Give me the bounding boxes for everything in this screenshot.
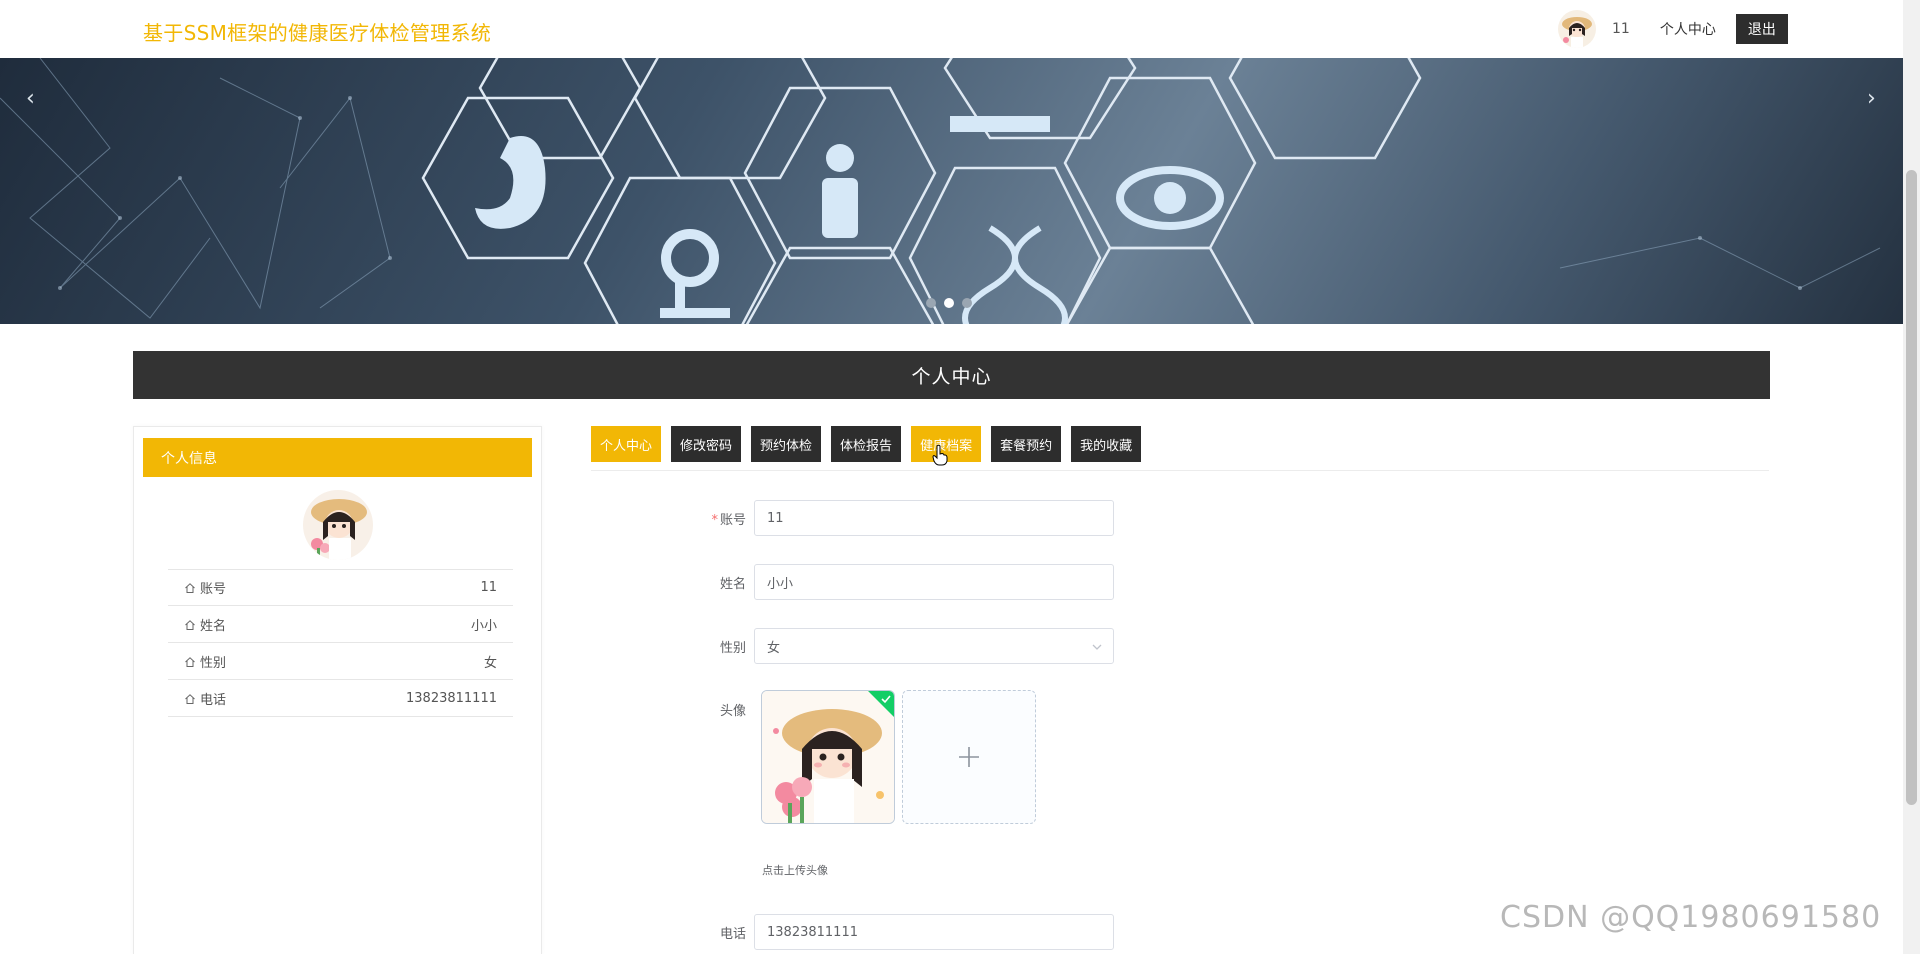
gender-select[interactable]: 女 xyxy=(754,628,1114,664)
scrollbar-thumb[interactable] xyxy=(1906,170,1917,805)
profile-info-row: 电话 13823811111 xyxy=(168,680,513,717)
plus-icon xyxy=(959,747,979,767)
banner-carousel: ‹ › xyxy=(0,58,1903,324)
account-label: * 账号 xyxy=(711,512,746,528)
carousel-prev-arrow[interactable]: ‹ xyxy=(26,86,35,111)
carousel-dot[interactable] xyxy=(962,298,972,308)
avatar-upload xyxy=(761,690,1036,824)
profile-info-label: 电话 xyxy=(184,689,226,708)
center-tabs: 个人中心 修改密码 预约体检 体检报告 健康档案 套餐预约 我的收藏 xyxy=(591,426,1142,462)
gender-select-value: 女 xyxy=(767,640,781,656)
upload-add-button[interactable] xyxy=(902,690,1036,824)
chevron-down-icon xyxy=(1092,644,1102,650)
tab-3[interactable]: 预约体检 xyxy=(751,426,822,462)
carousel-next-arrow[interactable]: › xyxy=(1867,86,1876,111)
profile-info-value: 11 xyxy=(480,580,497,595)
account-input[interactable] xyxy=(754,500,1114,536)
personal-center-link[interactable]: 个人中心 xyxy=(1660,19,1716,39)
uploaded-avatar-thumbnail[interactable] xyxy=(761,690,895,824)
gender-label: 性别 xyxy=(719,640,746,656)
watermark: CSDN @QQ1980691580 xyxy=(1500,900,1882,935)
tabs-divider xyxy=(591,470,1769,471)
profile-info-label: 账号 xyxy=(184,578,226,597)
profile-info-value: 13823811111 xyxy=(406,691,497,706)
section-title-bar: 个人中心 xyxy=(133,351,1770,399)
tab-6[interactable]: 套餐预约 xyxy=(991,426,1062,462)
medical-hexagon-banner-image xyxy=(0,58,1881,324)
carousel-dot[interactable] xyxy=(944,298,954,308)
hand-cursor-icon xyxy=(932,444,948,466)
profile-info-value: 小小 xyxy=(470,619,497,634)
tab-1[interactable]: 个人中心 xyxy=(591,426,662,462)
form-row-account: * 账号 xyxy=(700,500,1114,536)
phone-input[interactable] xyxy=(754,914,1114,950)
upload-tip: 点击上传头像 xyxy=(762,864,828,877)
top-header: 基于SSM框架的健康医疗体检管理系统 11 个人中心 退出 xyxy=(0,0,1903,58)
username: 11 xyxy=(1612,21,1630,37)
home-icon xyxy=(185,656,195,667)
phone-label: 电话 xyxy=(719,926,746,942)
profile-card-header: 个人信息 xyxy=(143,438,532,477)
site-title[interactable]: 基于SSM框架的健康医疗体检管理系统 xyxy=(143,17,491,46)
profile-info-row: 姓名 小小 xyxy=(168,606,513,643)
tab-4[interactable]: 体检报告 xyxy=(831,426,902,462)
home-icon xyxy=(185,582,195,593)
home-icon xyxy=(185,619,195,630)
check-icon xyxy=(881,695,891,704)
profile-card: 个人信息 账号 11 姓名 小小性别 女电话 13823811111 xyxy=(133,426,542,954)
profile-info-label: 姓名 xyxy=(184,615,226,634)
page-scrollbar[interactable] xyxy=(1903,0,1920,954)
profile-info-list: 账号 11 姓名 小小性别 女电话 13823811111 xyxy=(168,569,513,717)
tab-2[interactable]: 修改密码 xyxy=(671,426,742,462)
carousel-dot[interactable] xyxy=(926,298,936,308)
form-row-name: 姓名 xyxy=(700,564,1114,600)
home-icon xyxy=(185,693,195,704)
name-input[interactable] xyxy=(754,564,1114,600)
logout-button[interactable]: 退出 xyxy=(1735,14,1788,44)
profile-info-value: 女 xyxy=(483,656,497,671)
form-row-phone: 电话 xyxy=(700,914,1114,950)
user-avatar[interactable] xyxy=(1558,10,1596,48)
profile-info-label: 性别 xyxy=(184,652,226,671)
name-label: 姓名 xyxy=(719,576,746,592)
profile-info-row: 性别 女 xyxy=(168,643,513,680)
avatar-label: 头像 xyxy=(719,704,746,719)
user-area: 11 个人中心 退出 xyxy=(1558,9,1788,49)
carousel-dots xyxy=(926,298,972,308)
profile-info-row: 账号 11 xyxy=(168,569,513,606)
form-row-gender: 性别 女 xyxy=(700,628,1114,664)
tab-7[interactable]: 我的收藏 xyxy=(1071,426,1142,462)
profile-avatar xyxy=(303,490,373,560)
